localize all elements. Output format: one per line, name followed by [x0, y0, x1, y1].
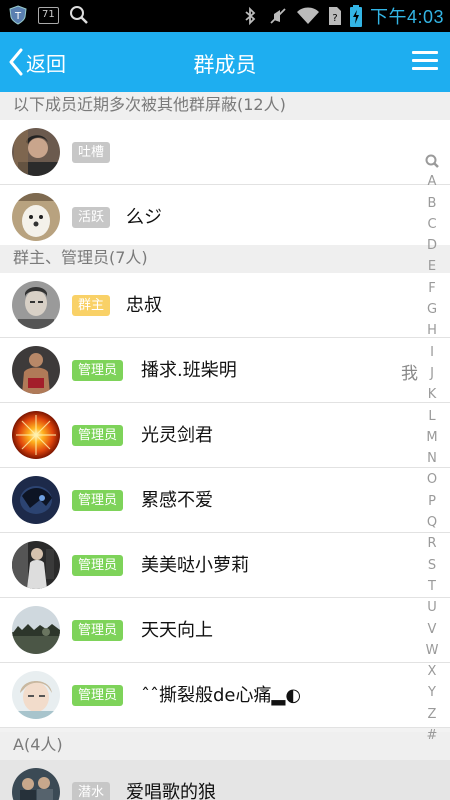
- member-row[interactable]: 管理员 ˆˆ撕裂般de心痛▂◐: [0, 663, 450, 728]
- alphabet-index-bar[interactable]: A B C D E F G H I J K L M N O P Q R S T …: [420, 150, 444, 746]
- member-name: 累感不爱: [141, 490, 213, 511]
- role-badge: 吐槽: [72, 142, 111, 163]
- role-badge: 管理员: [72, 425, 124, 446]
- member-row[interactable]: 吐槽: [0, 120, 450, 185]
- sim-icon: ?: [328, 7, 341, 25]
- role-badge: 管理员: [72, 490, 124, 511]
- role-badge: 潜水: [72, 782, 111, 800]
- role-badge: 群主: [72, 295, 111, 316]
- index-letter[interactable]: L: [420, 406, 444, 427]
- member-row[interactable]: 群主 忠叔: [0, 273, 450, 338]
- index-letter[interactable]: D: [420, 235, 444, 256]
- shield-icon: T: [9, 5, 27, 25]
- me-label: 我: [401, 364, 418, 384]
- clock: 下午4:03: [369, 7, 444, 27]
- avatar: [12, 671, 60, 719]
- member-name: 忠叔: [126, 295, 162, 316]
- avatar: [12, 128, 60, 176]
- mute-icon: [270, 8, 286, 24]
- role-badge: 管理员: [72, 620, 124, 641]
- index-letter[interactable]: T: [420, 576, 444, 597]
- index-letter[interactable]: #: [420, 725, 444, 746]
- bluetooth-icon: [245, 6, 256, 26]
- index-letter[interactable]: Q: [420, 512, 444, 533]
- member-name: 天天向上: [141, 620, 213, 641]
- index-letter[interactable]: O: [420, 469, 444, 490]
- role-badge: 管理员: [72, 685, 124, 706]
- member-row[interactable]: 管理员 美美哒小萝莉: [0, 533, 450, 598]
- index-letter[interactable]: P: [420, 491, 444, 512]
- avatar: [12, 281, 60, 329]
- member-row[interactable]: 管理员 光灵剑君: [0, 403, 450, 468]
- message-icon: 71: [38, 6, 59, 24]
- index-letter[interactable]: H: [420, 320, 444, 341]
- index-letter[interactable]: C: [420, 214, 444, 235]
- avatar: [12, 476, 60, 524]
- index-letter[interactable]: G: [420, 299, 444, 320]
- index-letter[interactable]: U: [420, 597, 444, 618]
- status-bar: T 71 ? 下午4:03: [0, 0, 450, 32]
- avatar: [12, 541, 60, 589]
- index-letter[interactable]: I: [420, 342, 444, 363]
- member-name: 光灵剑君: [141, 425, 213, 446]
- member-name: 美美哒小萝莉: [141, 555, 249, 576]
- avatar: [12, 411, 60, 459]
- member-row[interactable]: 管理员 播求.班柴明 我: [0, 338, 450, 403]
- index-letter[interactable]: X: [420, 661, 444, 682]
- section-header-blocked: 以下成员近期多次被其他群屏蔽(12人): [0, 92, 450, 120]
- member-row[interactable]: 活跃 么ジ: [0, 185, 450, 250]
- section-header-a: A(4人): [0, 732, 450, 760]
- avatar: [12, 606, 60, 654]
- member-name: 播求.班柴明: [141, 360, 237, 381]
- avatar: [12, 193, 60, 241]
- back-label: 返回: [26, 51, 66, 76]
- index-letter[interactable]: Y: [420, 682, 444, 703]
- index-search-icon[interactable]: [420, 150, 444, 171]
- index-letter[interactable]: A: [420, 171, 444, 192]
- index-letter[interactable]: J: [420, 363, 444, 384]
- member-row[interactable]: 管理员 累感不爱: [0, 468, 450, 533]
- index-letter[interactable]: E: [420, 256, 444, 277]
- chevron-left-icon: [9, 48, 23, 76]
- avatar: [12, 768, 60, 800]
- avatar: [12, 346, 60, 394]
- role-badge: 管理员: [72, 555, 124, 576]
- search-icon: [69, 6, 88, 24]
- svg-text:?: ?: [332, 13, 337, 24]
- member-row[interactable]: 潜水 爱唱歌的狼: [0, 760, 450, 800]
- wifi-icon: [296, 7, 319, 24]
- title-bar: 返回 群成员: [0, 32, 450, 92]
- index-letter[interactable]: B: [420, 193, 444, 214]
- index-letter[interactable]: N: [420, 448, 444, 469]
- role-badge: 管理员: [72, 360, 124, 381]
- svg-text:T: T: [14, 11, 22, 22]
- section-header-admins: 群主、管理员(7人): [0, 245, 450, 273]
- index-letter[interactable]: M: [420, 427, 444, 448]
- member-name: ˆˆ撕裂般de心痛▂◐: [141, 685, 302, 706]
- battery-icon: [349, 5, 362, 27]
- index-letter[interactable]: S: [420, 555, 444, 576]
- member-name: 么ジ: [126, 207, 162, 228]
- index-letter[interactable]: R: [420, 533, 444, 554]
- index-letter[interactable]: K: [420, 384, 444, 405]
- index-letter[interactable]: W: [420, 640, 444, 661]
- page-title: 群成员: [193, 53, 257, 77]
- index-letter[interactable]: Z: [420, 704, 444, 725]
- member-name: 爱唱歌的狼: [126, 782, 216, 800]
- member-row[interactable]: 管理员 天天向上: [0, 598, 450, 663]
- index-letter[interactable]: V: [420, 619, 444, 640]
- hamburger-menu-icon[interactable]: [410, 47, 440, 77]
- back-button[interactable]: 返回: [8, 45, 66, 79]
- index-letter[interactable]: F: [420, 278, 444, 299]
- role-badge: 活跃: [72, 207, 111, 228]
